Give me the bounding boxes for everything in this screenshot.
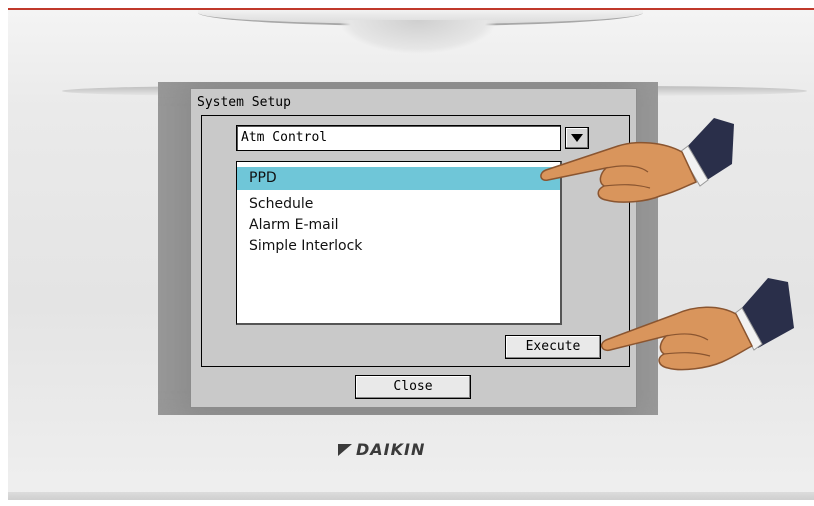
pointing-hand-icon xyxy=(600,278,794,371)
screen-title: System Setup xyxy=(197,95,291,110)
stylus-notch xyxy=(338,20,498,54)
close-button[interactable]: Close xyxy=(355,375,471,399)
dropdown-value: Atm Control xyxy=(241,130,328,145)
pointing-hand-icon xyxy=(540,118,734,203)
brand-name: DAIKIN xyxy=(356,440,426,459)
list-item-ppd[interactable]: PPD xyxy=(237,167,560,190)
execute-button[interactable]: Execute xyxy=(505,335,601,359)
function-dropdown[interactable]: Atm Control xyxy=(236,125,561,151)
list-item-schedule[interactable]: Schedule xyxy=(237,193,560,216)
function-list[interactable]: PPD Schedule Alarm E-mail Simple Interlo… xyxy=(236,161,562,325)
brand-logo: DAIKIN xyxy=(338,440,478,462)
daikin-logo-icon xyxy=(338,444,352,456)
list-item-simple-interlock[interactable]: Simple Interlock xyxy=(237,235,560,258)
device-base xyxy=(8,492,814,500)
list-item-alarm-email[interactable]: Alarm E-mail xyxy=(237,214,560,237)
